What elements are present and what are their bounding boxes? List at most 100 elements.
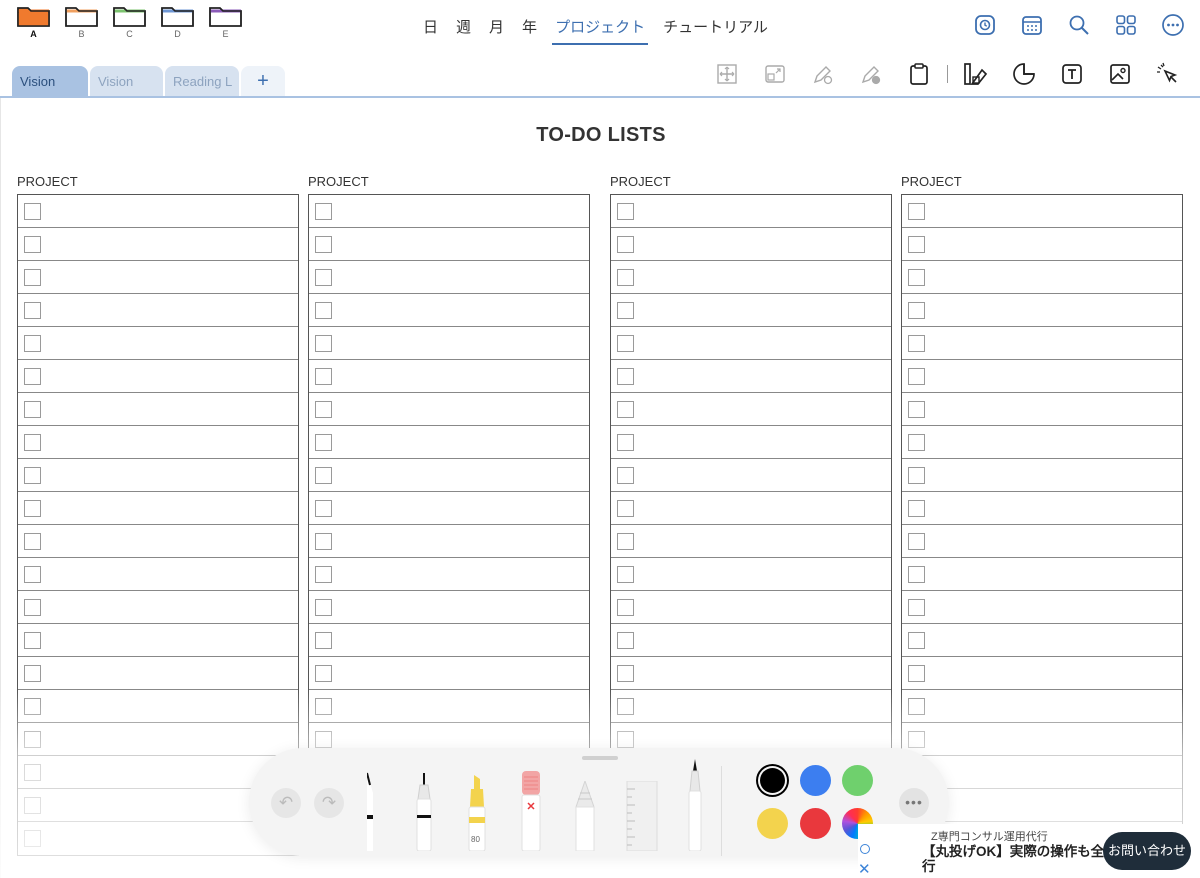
todo-row[interactable] xyxy=(309,525,589,558)
todo-row[interactable] xyxy=(902,393,1182,426)
todo-checkbox[interactable] xyxy=(908,434,925,451)
todo-row[interactable] xyxy=(18,624,298,657)
ad-info-icon[interactable] xyxy=(860,844,870,854)
todo-checkbox[interactable] xyxy=(24,203,41,220)
todo-checkbox[interactable] xyxy=(908,632,925,649)
todo-row[interactable] xyxy=(611,690,891,723)
pen-settings-icon[interactable] xyxy=(809,60,837,88)
highlighter-tool[interactable]: 80 xyxy=(466,775,488,856)
todo-checkbox[interactable] xyxy=(908,599,925,616)
todo-row[interactable] xyxy=(902,558,1182,591)
todo-checkbox[interactable] xyxy=(315,632,332,649)
todo-row[interactable] xyxy=(18,558,298,591)
todo-row[interactable] xyxy=(309,327,589,360)
todo-checkbox[interactable] xyxy=(24,731,41,748)
todo-row[interactable] xyxy=(309,426,589,459)
color-green-swatch[interactable] xyxy=(842,765,873,796)
todo-row[interactable] xyxy=(309,657,589,690)
folder-c[interactable]: C xyxy=(112,4,147,44)
todo-row[interactable] xyxy=(611,591,891,624)
todo-row[interactable] xyxy=(309,591,589,624)
todo-checkbox[interactable] xyxy=(315,302,332,319)
todo-row[interactable] xyxy=(309,261,589,294)
todo-row[interactable] xyxy=(18,327,298,360)
eraser-tool[interactable] xyxy=(519,771,543,856)
todo-checkbox[interactable] xyxy=(315,203,332,220)
todo-checkbox[interactable] xyxy=(617,401,634,418)
todo-row[interactable] xyxy=(611,492,891,525)
todo-row[interactable] xyxy=(18,195,298,228)
todo-row[interactable] xyxy=(611,360,891,393)
todo-row[interactable] xyxy=(309,624,589,657)
todo-row[interactable] xyxy=(309,195,589,228)
todo-checkbox[interactable] xyxy=(908,500,925,517)
add-tab-button[interactable]: + xyxy=(241,66,285,96)
color-black-swatch[interactable] xyxy=(760,768,785,793)
todo-row[interactable] xyxy=(309,459,589,492)
todo-checkbox[interactable] xyxy=(617,500,634,517)
todo-checkbox[interactable] xyxy=(617,269,634,286)
todo-checkbox[interactable] xyxy=(617,368,634,385)
todo-row[interactable] xyxy=(611,558,891,591)
todo-row[interactable] xyxy=(18,591,298,624)
todo-row[interactable] xyxy=(611,294,891,327)
clipboard-icon[interactable] xyxy=(905,60,933,88)
todo-checkbox[interactable] xyxy=(24,269,41,286)
undo-button[interactable]: ↶ xyxy=(271,788,301,818)
nav-item-1[interactable]: 週 xyxy=(447,14,480,45)
fineliner-tool[interactable] xyxy=(413,765,435,856)
todo-checkbox[interactable] xyxy=(617,434,634,451)
todo-checkbox[interactable] xyxy=(908,533,925,550)
todo-checkbox[interactable] xyxy=(617,302,634,319)
pencil-settings-icon[interactable] xyxy=(857,60,885,88)
todo-row[interactable] xyxy=(611,459,891,492)
todo-row[interactable] xyxy=(902,459,1182,492)
todo-row[interactable] xyxy=(611,624,891,657)
todo-checkbox[interactable] xyxy=(24,797,41,814)
move-select-icon[interactable] xyxy=(713,60,741,88)
todo-row[interactable] xyxy=(309,360,589,393)
todo-row[interactable] xyxy=(309,294,589,327)
redo-button[interactable]: ↷ xyxy=(314,788,344,818)
todo-checkbox[interactable] xyxy=(908,368,925,385)
todo-checkbox[interactable] xyxy=(24,467,41,484)
color-blue-swatch[interactable] xyxy=(800,765,831,796)
todo-checkbox[interactable] xyxy=(24,335,41,352)
ad-contact-button[interactable]: お問い合わせ xyxy=(1103,832,1191,870)
todo-checkbox[interactable] xyxy=(617,335,634,352)
todo-row[interactable] xyxy=(902,261,1182,294)
folder-e[interactable]: E xyxy=(208,4,243,44)
todo-checkbox[interactable] xyxy=(908,335,925,352)
todo-checkbox[interactable] xyxy=(315,665,332,682)
todo-row[interactable] xyxy=(18,360,298,393)
todo-checkbox[interactable] xyxy=(24,302,41,319)
resize-icon[interactable] xyxy=(761,60,789,88)
todo-checkbox[interactable] xyxy=(617,467,634,484)
fountain-pen-tool[interactable] xyxy=(685,759,705,856)
todo-row[interactable] xyxy=(18,426,298,459)
todo-row[interactable] xyxy=(18,690,298,723)
todo-row[interactable] xyxy=(18,459,298,492)
todo-checkbox[interactable] xyxy=(908,401,925,418)
todo-row[interactable] xyxy=(902,591,1182,624)
todo-row[interactable] xyxy=(611,525,891,558)
todo-row[interactable] xyxy=(309,393,589,426)
todo-checkbox[interactable] xyxy=(24,401,41,418)
todo-row[interactable] xyxy=(902,657,1182,690)
lasso-pointer-icon[interactable] xyxy=(1154,60,1182,88)
nav-item-4[interactable]: プロジェクト xyxy=(546,14,654,45)
todo-checkbox[interactable] xyxy=(908,203,925,220)
todo-row[interactable] xyxy=(611,261,891,294)
todo-row[interactable] xyxy=(902,360,1182,393)
text-box-icon[interactable] xyxy=(1058,60,1086,88)
todo-row[interactable] xyxy=(18,228,298,261)
ad-close-button[interactable]: ✕ xyxy=(858,860,871,878)
todo-row[interactable] xyxy=(18,294,298,327)
todo-checkbox[interactable] xyxy=(315,698,332,715)
todo-checkbox[interactable] xyxy=(24,764,41,781)
todo-row[interactable] xyxy=(902,492,1182,525)
todo-checkbox[interactable] xyxy=(315,401,332,418)
ad-banner[interactable]: ✕ Z専門コンサル運用代行 【丸投げOK】実際の操作も全代行 お問い合わせ xyxy=(858,824,1200,878)
todo-checkbox[interactable] xyxy=(24,500,41,517)
todo-row[interactable] xyxy=(611,327,891,360)
